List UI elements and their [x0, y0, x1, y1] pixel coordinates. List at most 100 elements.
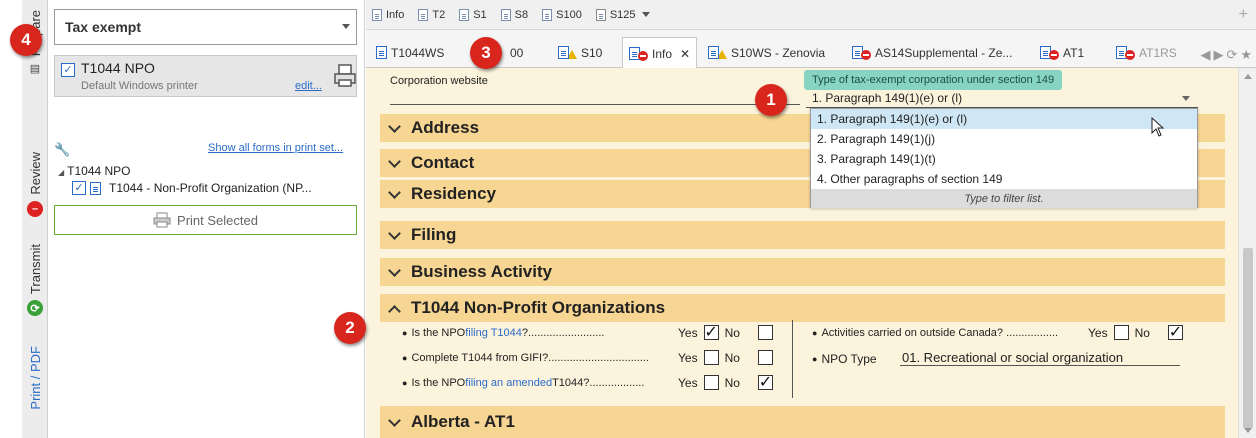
tab-at1rs[interactable]: AT1RS: [1110, 37, 1183, 68]
add-icon[interactable]: +: [1239, 6, 1248, 24]
scrollbar-thumb[interactable]: [1243, 248, 1253, 428]
show-all-forms-link[interactable]: Show all forms in print set...: [208, 142, 343, 154]
chevron-down-icon: [388, 263, 401, 277]
q3-answers: Yes No ✓: [678, 374, 773, 390]
q1-answers: Yes ✓ No: [678, 324, 773, 340]
no-label: No: [724, 325, 740, 340]
section-title: T1044 Non-Profit Organizations: [411, 298, 666, 317]
shortcut-s100[interactable]: S100: [542, 8, 582, 21]
q1-no-checkbox[interactable]: [757, 325, 773, 340]
tab-navigation: ◀ ▶ ⟳ ★: [1200, 47, 1252, 63]
dropdown-option[interactable]: 2. Paragraph 149(1)(j): [811, 129, 1197, 149]
q2-yes-checkbox[interactable]: [703, 350, 719, 365]
print-selected-button[interactable]: Print Selected: [54, 205, 357, 235]
document-icon: [708, 46, 719, 59]
website-input[interactable]: [390, 104, 800, 105]
tab-review-label: Review: [27, 152, 43, 195]
document-icon: [595, 8, 606, 21]
tree-root-label: T1044 NPO: [67, 164, 131, 178]
chevron-down-icon[interactable]: [641, 12, 650, 17]
forward-icon[interactable]: ▶: [1213, 47, 1223, 63]
npo-type-label: NPO Type: [821, 352, 877, 366]
dropdown-option[interactable]: 4. Other paragraphs of section 149: [811, 169, 1197, 189]
section-title: Filing: [411, 225, 457, 244]
q2-answers: Yes No: [678, 350, 773, 365]
no-label: No: [724, 350, 740, 365]
yes-label: Yes: [1088, 325, 1108, 340]
exempt-type-select[interactable]: 1. Paragraph 149(1)(e) or (l): [806, 88, 1198, 108]
q3-yes-checkbox[interactable]: [703, 375, 719, 390]
wrench-icon[interactable]: 🔧: [54, 142, 70, 158]
tree-item-checkbox[interactable]: ✓: [72, 181, 86, 195]
yes-label: Yes: [678, 350, 698, 365]
shortcut-s1[interactable]: S1: [459, 8, 487, 21]
refresh-icon[interactable]: ⟳: [1226, 47, 1237, 63]
scroll-up-icon[interactable]: [1244, 74, 1252, 79]
collapse-triangle-icon[interactable]: ◢: [58, 168, 64, 177]
tab-s100[interactable]: 00: [504, 37, 529, 68]
dropdown-option[interactable]: 3. Paragraph 149(1)(t): [811, 149, 1197, 169]
print-selected-label: Print Selected: [177, 212, 258, 228]
tab-s10[interactable]: S10: [552, 37, 608, 68]
vertical-scrollbar[interactable]: [1238, 68, 1256, 438]
dropdown-option[interactable]: 1. Paragraph 149(1)(e) or (l): [811, 109, 1197, 129]
callout-4: 4: [10, 24, 42, 56]
shortcut-s8[interactable]: S8: [500, 8, 528, 21]
tab-transmit[interactable]: Transmit ⟳: [22, 244, 48, 317]
filing-t1044-link[interactable]: filing T1044: [465, 327, 522, 339]
chevron-down-icon: [388, 154, 401, 168]
tab-t1044ws[interactable]: T1044WS: [370, 37, 450, 68]
section-t1044[interactable]: T1044 Non-Profit Organizations: [380, 294, 1225, 322]
q4-no-checkbox[interactable]: ✓: [1167, 324, 1183, 340]
section-title: Contact: [411, 153, 475, 172]
tab-at1[interactable]: AT1: [1034, 37, 1090, 68]
document-icon: [459, 8, 470, 21]
printer-checkbox[interactable]: ✓: [61, 63, 75, 77]
printer-icon[interactable]: [334, 64, 356, 88]
print-set-select[interactable]: Tax exempt: [54, 9, 357, 45]
callout-1: 1: [755, 84, 787, 116]
star-icon[interactable]: ★: [1240, 47, 1252, 63]
chevron-down-icon: [388, 226, 401, 240]
tab-review[interactable]: Review –: [22, 152, 48, 217]
tab-s10ws[interactable]: S10WS - Zenovia: [702, 37, 831, 68]
close-icon[interactable]: ✕: [680, 47, 690, 61]
filing-amended-link[interactable]: filing an amended: [465, 377, 552, 389]
section-title: Address: [411, 118, 480, 137]
document-icon: [542, 8, 553, 21]
tab-info[interactable]: Info ✕: [622, 37, 698, 69]
error-icon: [861, 49, 871, 60]
stop-icon: –: [27, 200, 43, 217]
tab-as14[interactable]: AS14Supplemental - Ze...: [846, 37, 1018, 68]
q4-yes-checkbox[interactable]: [1113, 325, 1129, 340]
scroll-down-icon[interactable]: [1244, 428, 1252, 433]
error-icon: [1125, 49, 1135, 60]
section-alberta-at1[interactable]: Alberta - AT1: [380, 406, 1225, 438]
tree-item[interactable]: ✓ T1044 - Non-Profit Organization (NP...: [72, 181, 312, 195]
back-icon[interactable]: ◀: [1200, 47, 1210, 63]
q1-yes-checkbox[interactable]: ✓: [703, 324, 719, 340]
bullet: ●: [402, 328, 408, 338]
q2-text: Complete T1044 from GIFI?...............…: [411, 352, 650, 364]
shortcut-info[interactable]: Info: [372, 8, 404, 21]
q2-no-checkbox[interactable]: [757, 350, 773, 365]
tree-root[interactable]: ◢ T1044 NPO: [58, 164, 131, 178]
shortcut-t2[interactable]: T2: [418, 8, 446, 21]
npo-type-field[interactable]: 01. Recreational or social organization: [900, 350, 1180, 366]
chevron-down-icon: [342, 24, 350, 29]
printer-card[interactable]: ✓ T1044 NPO Default Windows printer edit…: [54, 55, 357, 97]
section-business-activity[interactable]: Business Activity: [380, 258, 1225, 286]
q3-no-checkbox[interactable]: ✓: [757, 374, 773, 390]
section-filing[interactable]: Filing: [380, 221, 1225, 249]
shortcut-s125[interactable]: S125: [595, 8, 636, 21]
chevron-down-icon[interactable]: [1182, 96, 1190, 101]
no-label: No: [1134, 325, 1150, 340]
error-icon: [1049, 49, 1059, 60]
tab-print-pdf[interactable]: Print / PDF: [22, 346, 48, 410]
shortcut-label: T2: [432, 8, 446, 21]
chart-icon: ▤: [29, 63, 41, 76]
printer-description: Default Windows printer: [81, 80, 198, 92]
bullet: ●: [812, 328, 818, 338]
printer-edit-link[interactable]: edit...: [295, 80, 322, 92]
field-tooltip: Type of tax-exempt corporation under sec…: [804, 70, 1063, 90]
